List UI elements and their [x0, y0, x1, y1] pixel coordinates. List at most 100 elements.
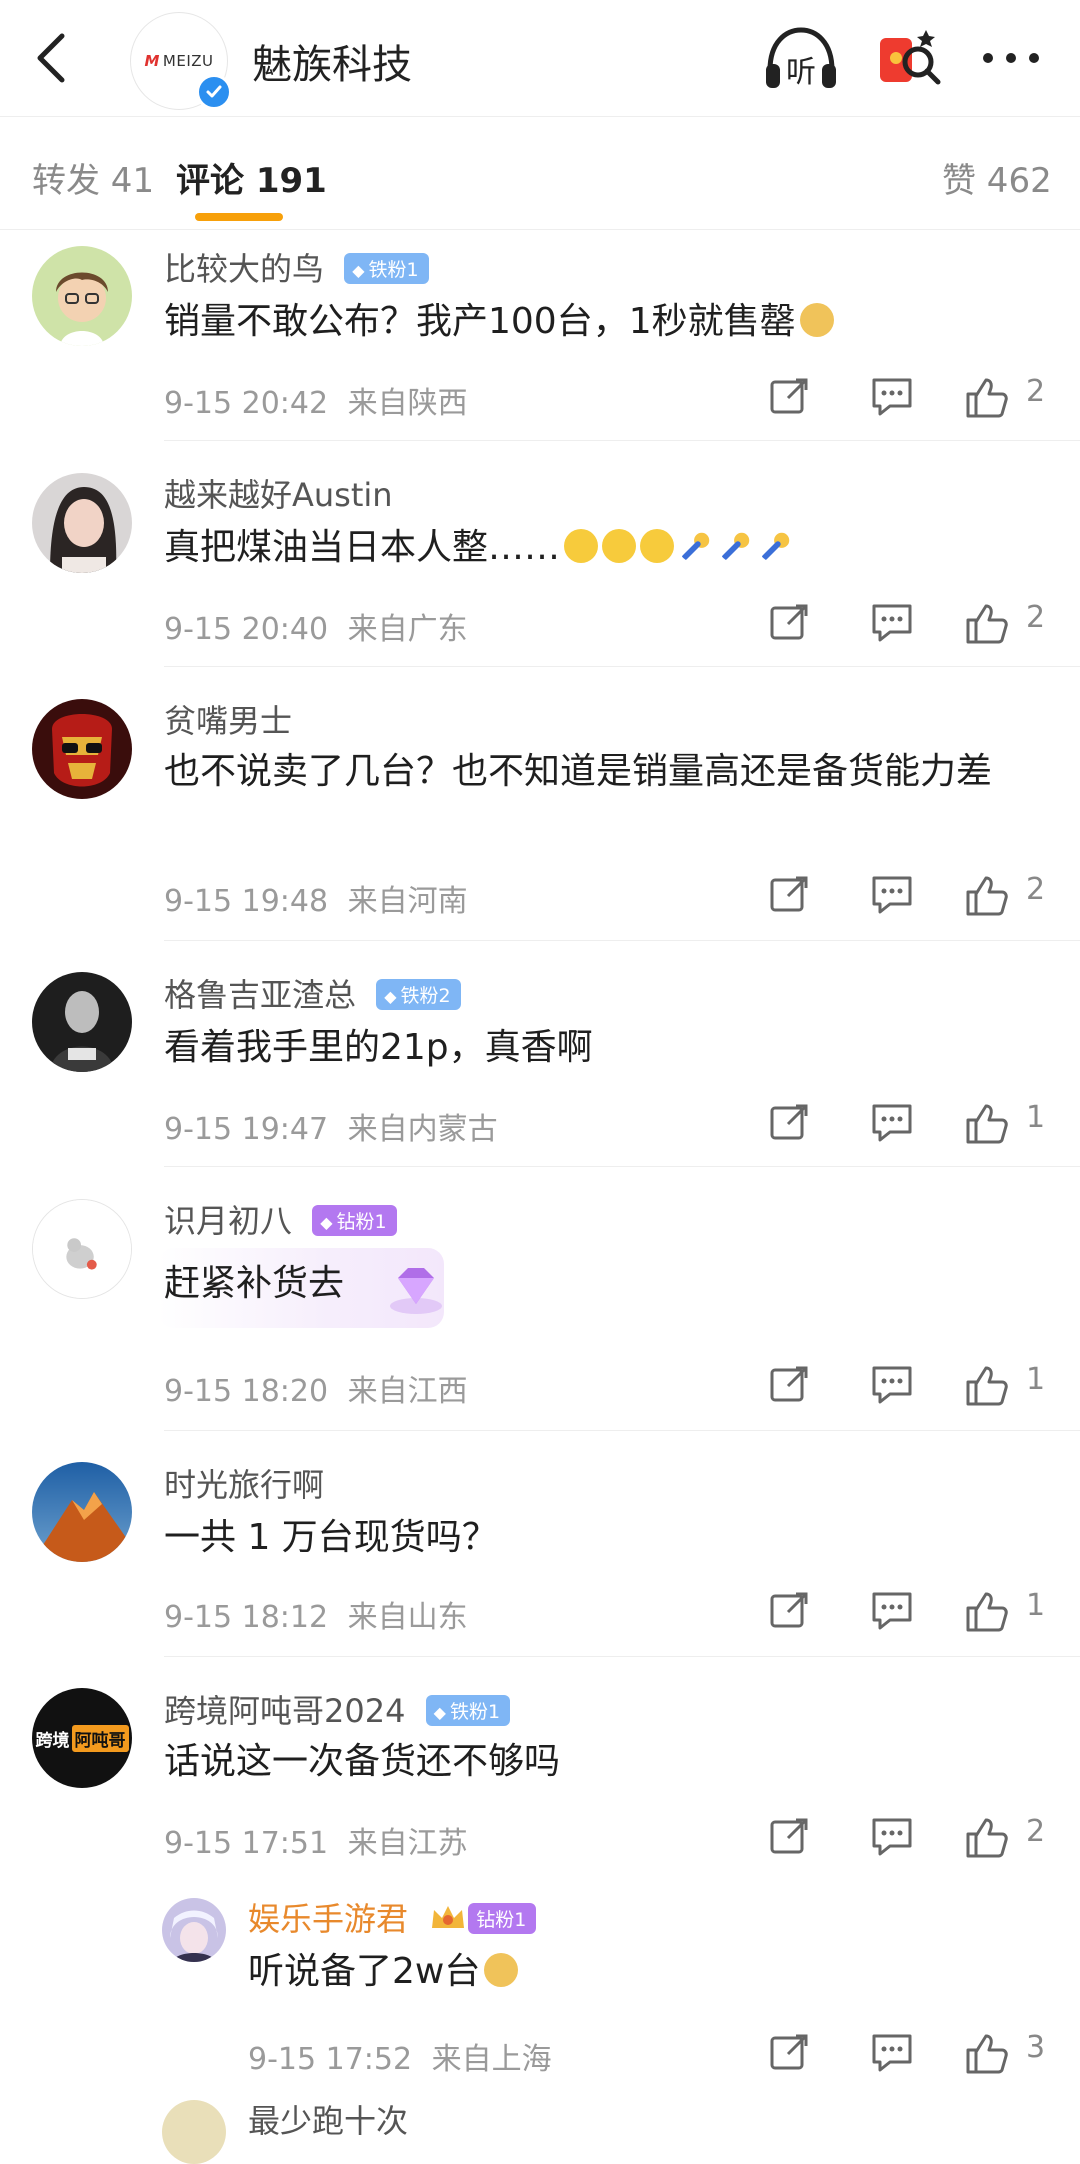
comment-text-content: 话说这一次备货还不够吗 [164, 1741, 561, 1782]
comment-username[interactable]: 跨境阿吨哥2024 ◆ 铁粉1 [164, 1686, 511, 1732]
username-text[interactable]: 比较大的鸟 [164, 250, 324, 288]
page-title: 魅族科技 [252, 42, 412, 88]
thinking-emoji-icon [564, 529, 599, 563]
comment-username[interactable]: 识月初八 ◆ 钻粉1 [164, 1196, 397, 1242]
like-icon[interactable] [962, 2030, 1010, 2078]
username-text[interactable]: 格鲁吉亚渣总 [164, 976, 356, 1014]
avatar[interactable] [32, 1199, 132, 1299]
comment-divider [164, 1166, 1080, 1167]
comment-username[interactable]: 娱乐手游君 钻粉1 [248, 1894, 537, 1940]
brand-logo-text: MEIZU [162, 52, 214, 70]
comment-divider [164, 1656, 1080, 1657]
verified-icon [196, 74, 232, 110]
avatar[interactable] [32, 972, 132, 1072]
like-icon[interactable] [962, 872, 1010, 920]
reply-icon[interactable] [868, 1588, 916, 1632]
like-count: 1 [1026, 1362, 1046, 1397]
comment-text: 赶紧补货去 [164, 1256, 1044, 1312]
comment-text: 真把煤油当日本人整…… [164, 520, 1044, 576]
avatar[interactable]: 跨境 阿吨哥 [32, 1688, 132, 1788]
like-count: 1 [1026, 1100, 1046, 1135]
like-icon[interactable] [962, 1100, 1010, 1148]
reply-icon[interactable] [868, 2030, 916, 2074]
pin-emoji-icon [681, 532, 710, 561]
badge-label: 铁粉1 [368, 258, 419, 281]
tab-likes[interactable]: 赞 462 [942, 153, 1052, 202]
doge-emoji-icon [799, 303, 834, 337]
thinking-emoji-icon [602, 529, 637, 563]
reply-icon[interactable] [868, 374, 916, 418]
reply-icon[interactable] [868, 1100, 916, 1144]
comment-actions: 1 [0, 1100, 1080, 1150]
comment-username[interactable]: 越来越好Austin [164, 470, 393, 516]
like-count: 2 [1026, 1814, 1046, 1849]
comment-text-content: 赶紧补货去 [164, 1263, 345, 1304]
like-icon[interactable] [962, 1814, 1010, 1862]
comment-text-content: 一共 1 万台现货吗？ [164, 1517, 498, 1558]
like-count: 1 [1026, 1588, 1046, 1623]
username-text[interactable]: 娱乐手游君 [248, 1900, 408, 1938]
username-text[interactable]: 越来越好Austin [164, 476, 393, 514]
share-icon[interactable] [768, 1814, 812, 1858]
comment-username[interactable]: 时光旅行啊 [164, 1460, 324, 1506]
like-icon[interactable] [962, 1588, 1010, 1636]
like-icon[interactable] [962, 374, 1010, 422]
comment-text: 听说备了2w台 [248, 1944, 1048, 2000]
share-icon[interactable] [768, 1588, 812, 1632]
diamond-icon: ◆ [384, 986, 397, 1006]
like-count: 2 [1026, 600, 1046, 635]
reply-icon[interactable] [868, 600, 916, 644]
comment-actions: 3 [0, 2030, 1080, 2080]
comment-username[interactable]: 贫嘴男士 [164, 696, 292, 742]
avatar[interactable] [32, 473, 132, 573]
share-icon[interactable] [768, 2030, 812, 2074]
comment-text: 看着我手里的21p，真香啊 [164, 1020, 1044, 1076]
comment-username[interactable]: 比较大的鸟 ◆ 铁粉1 [164, 244, 429, 290]
comment-username[interactable]: 格鲁吉亚渣总 ◆ 铁粉2 [164, 970, 461, 1016]
more-button[interactable] [978, 44, 1044, 72]
comment-actions: 2 [0, 374, 1080, 424]
doge-emoji-icon [484, 1953, 519, 1987]
back-button[interactable] [30, 28, 80, 88]
gift-button[interactable] [874, 24, 946, 94]
avatar[interactable] [32, 246, 132, 346]
reply-icon[interactable] [868, 1362, 916, 1406]
headphones-icon: 听 [766, 27, 836, 90]
active-tab-indicator [195, 213, 283, 221]
share-icon[interactable] [768, 374, 812, 418]
share-icon[interactable] [768, 1362, 812, 1406]
avatar[interactable] [162, 2100, 226, 2164]
like-icon[interactable] [962, 1362, 1010, 1410]
comment-text-content: 也不说卖了几台？也不知道是销量高还是备货能力差 [164, 751, 993, 792]
comment-actions: 2 [0, 872, 1080, 922]
avatar[interactable] [32, 1462, 132, 1562]
tab-reposts[interactable]: 转发 41 [32, 153, 154, 202]
fan-badge: ◆ 铁粉2 [376, 978, 461, 1010]
listen-button[interactable]: 听 [762, 24, 840, 94]
brand-logo-mark: M [144, 52, 160, 70]
like-count: 3 [1026, 2030, 1046, 2065]
comment-text: 也不说卖了几台？也不知道是销量高还是备货能力差 [164, 744, 1044, 800]
share-icon[interactable] [768, 600, 812, 644]
comment-username[interactable]: 最少跑十次 [248, 2096, 408, 2142]
username-text[interactable]: 识月初八 [164, 1202, 292, 1240]
reply-icon[interactable] [868, 872, 916, 916]
username-text[interactable]: 跨境阿吨哥2024 [164, 1692, 405, 1730]
tab-comments[interactable]: 评论 191 [176, 153, 327, 202]
reply-icon[interactable] [868, 1814, 916, 1858]
listen-label: 听 [786, 55, 816, 90]
avatar[interactable] [162, 1898, 226, 1962]
comment-text: 话说这一次备货还不够吗 [164, 1734, 1044, 1790]
share-icon[interactable] [768, 872, 812, 916]
like-icon[interactable] [962, 600, 1010, 648]
avatar-text-1: 跨境 [35, 1730, 70, 1751]
pin-emoji-icon [721, 532, 750, 561]
username-text[interactable]: 最少跑十次 [248, 2102, 408, 2140]
badge-label: 钻粉1 [476, 1908, 527, 1931]
avatar[interactable] [32, 699, 132, 799]
share-icon[interactable] [768, 1100, 812, 1144]
comment-divider [164, 1430, 1080, 1431]
username-text[interactable]: 时光旅行啊 [164, 1466, 324, 1504]
avatar-text-2: 阿吨哥 [71, 1724, 129, 1752]
username-text[interactable]: 贫嘴男士 [164, 702, 292, 740]
